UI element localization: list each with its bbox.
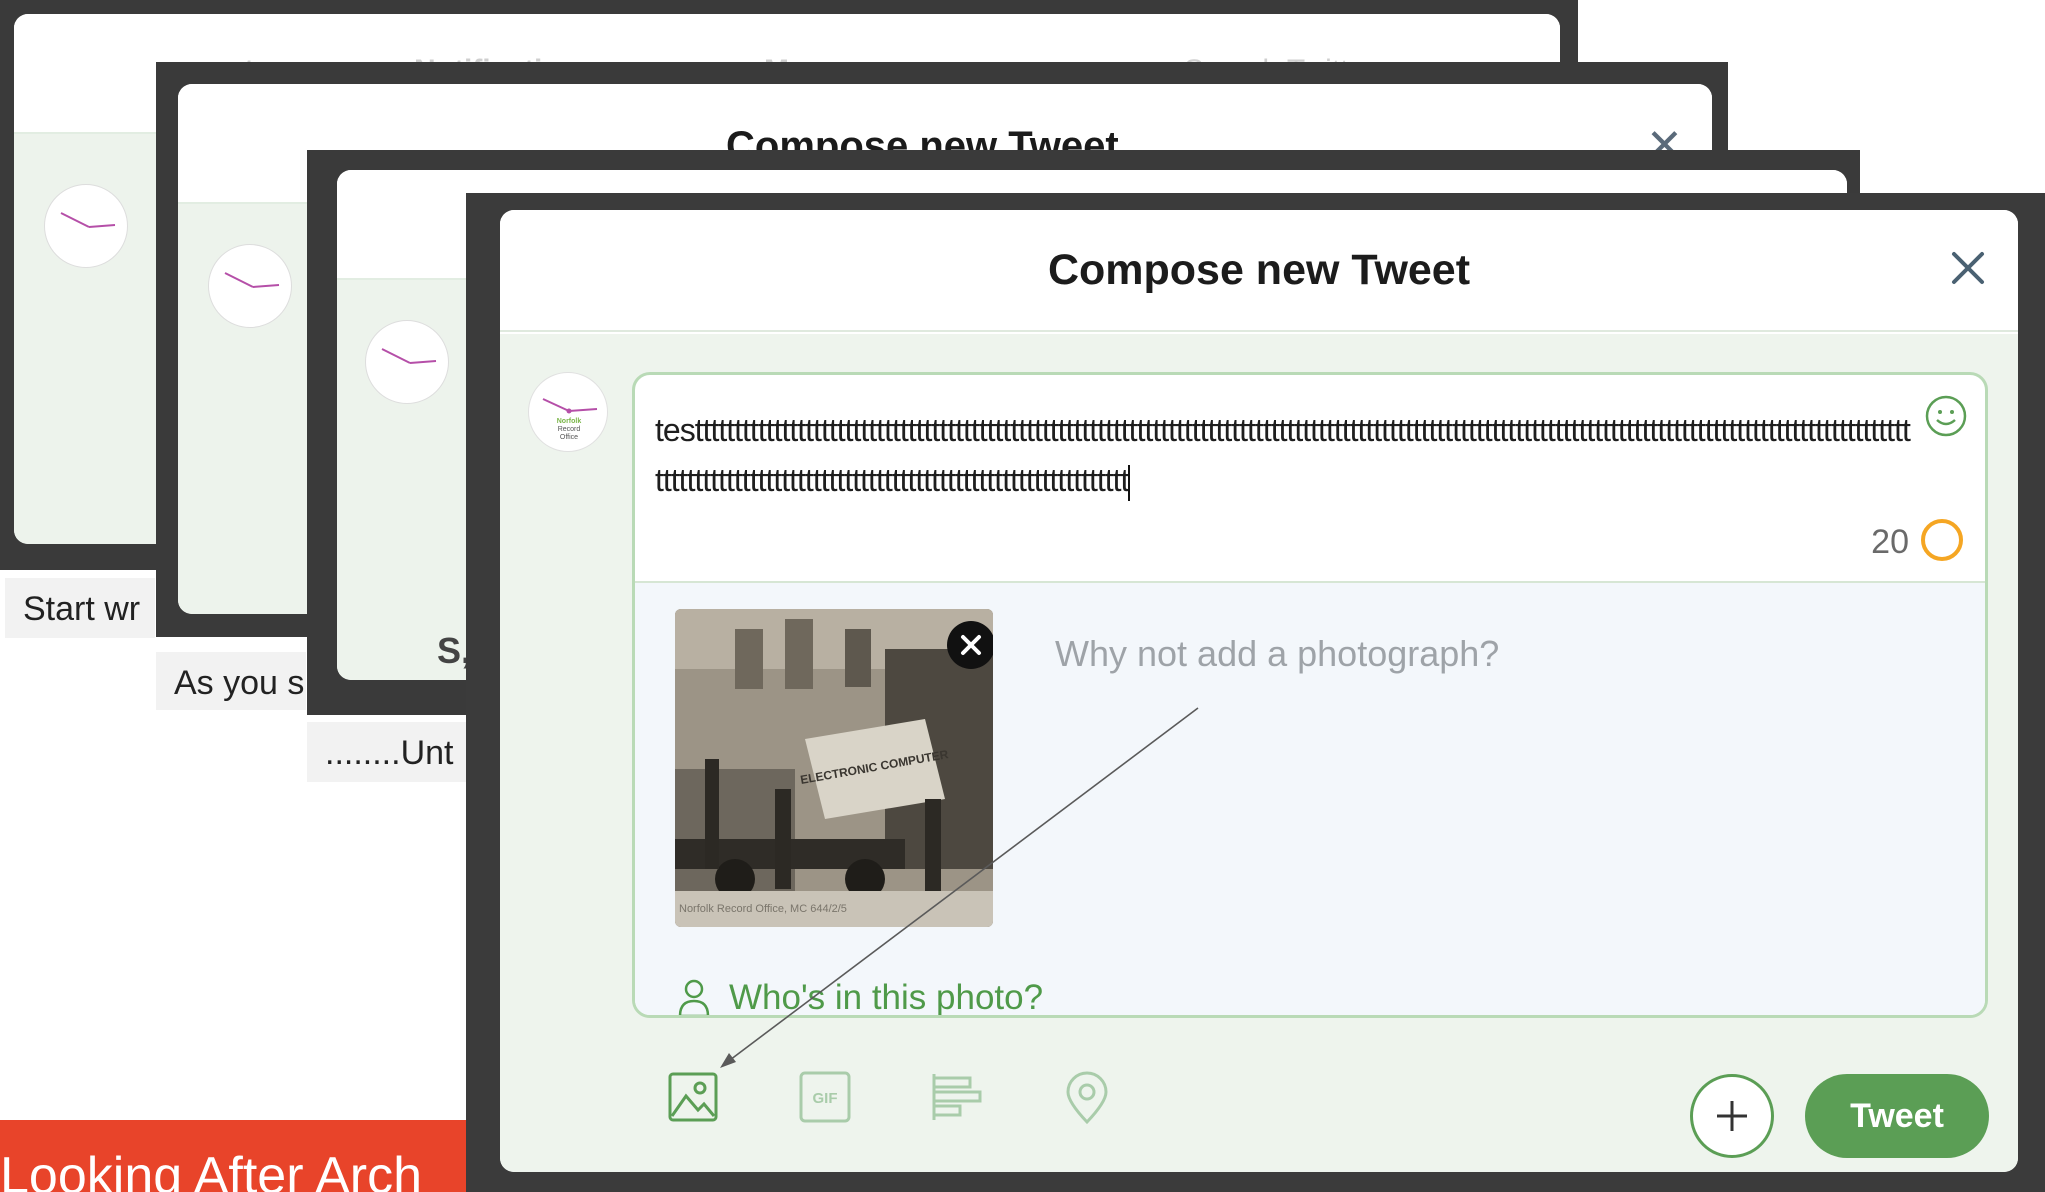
photo-thumbnail: ELECTRONIC COMPUTER Norfolk Record Offic… [675, 609, 993, 927]
attached-photo[interactable]: ELECTRONIC COMPUTER Norfolk Record Offic… [675, 609, 993, 927]
emoji-button[interactable] [1923, 393, 1969, 439]
tweet-text: testtttttttttttttttttttttttttttttttttttt… [655, 412, 1911, 498]
add-poll-button[interactable] [926, 1068, 984, 1126]
compose-toolbar: GIF [500, 1034, 2018, 1154]
caption-3: ........Unt [307, 722, 467, 782]
progress-ring-icon [1921, 519, 1963, 561]
logo-text-line3: Office [560, 434, 578, 441]
gif-label: GIF [813, 1090, 838, 1107]
close-button[interactable] [1940, 240, 1996, 296]
text-caret [1128, 464, 1131, 501]
norfolk-record-office-logo [224, 272, 280, 288]
logo-text-line1: Norfolk [557, 418, 582, 425]
dialog-header: Compose new Tweet [500, 210, 2018, 332]
media-attachment-area: ELECTRONIC COMPUTER Norfolk Record Offic… [635, 583, 1985, 1015]
add-location-button[interactable] [1058, 1068, 1116, 1126]
photo-prompt: Why not add a photograph? [1055, 633, 1500, 674]
remove-photo-button[interactable] [947, 621, 993, 669]
caption-1: Start wr [5, 578, 155, 638]
add-tweet-button[interactable] [1690, 1074, 1774, 1158]
compose-tweet-dialog: Compose new Tweet Norfolk Record Office [500, 210, 2018, 1172]
avatar: Norfolk Record Office [528, 372, 608, 452]
logo-text-line2: Record [558, 426, 581, 433]
norfolk-record-office-logo: Norfolk Record Office [542, 398, 598, 441]
slide-canvas: Looking After Arch oments Notifications … [0, 0, 2045, 1192]
person-icon [678, 979, 710, 1015]
close-icon [961, 635, 981, 655]
avatar [208, 244, 292, 328]
avatar [44, 184, 128, 268]
add-gif-button[interactable]: GIF [796, 1068, 854, 1126]
image-icon [668, 1072, 718, 1122]
gif-icon: GIF [799, 1071, 851, 1123]
add-media-button[interactable] [664, 1068, 722, 1126]
tweet-button[interactable]: Tweet [1805, 1074, 1989, 1158]
character-counter: 20 [1871, 523, 1909, 561]
tweet-composer[interactable]: testtttttttttttttttttttttttttttttttttttt… [632, 372, 1988, 1018]
emoji-icon [1925, 395, 1967, 437]
avatar [365, 320, 449, 404]
norfolk-record-office-logo [381, 348, 437, 364]
tag-people-label: Who's in this photo? [729, 978, 1044, 1017]
norfolk-record-office-logo [60, 212, 116, 228]
character-progress-ring [1917, 515, 1967, 565]
slide-banner-title: Looking After Arch [0, 1147, 423, 1192]
photo-credit: Norfolk Record Office, MC 644/2/5 [679, 903, 847, 915]
close-icon [1952, 252, 1984, 284]
tag-people-button[interactable]: Who's in this photo? [677, 973, 1044, 1017]
dialog-title: Compose new Tweet [1047, 246, 1471, 294]
caption-2: As you s [156, 652, 306, 710]
poll-icon [932, 1074, 982, 1120]
location-icon [1066, 1071, 1108, 1125]
plus-icon [1717, 1101, 1747, 1131]
tweet-text-input[interactable]: testtttttttttttttttttttttttttttttttttttt… [655, 405, 1915, 505]
dialog-body: Norfolk Record Office testtttttttttttttt… [500, 334, 2018, 1172]
